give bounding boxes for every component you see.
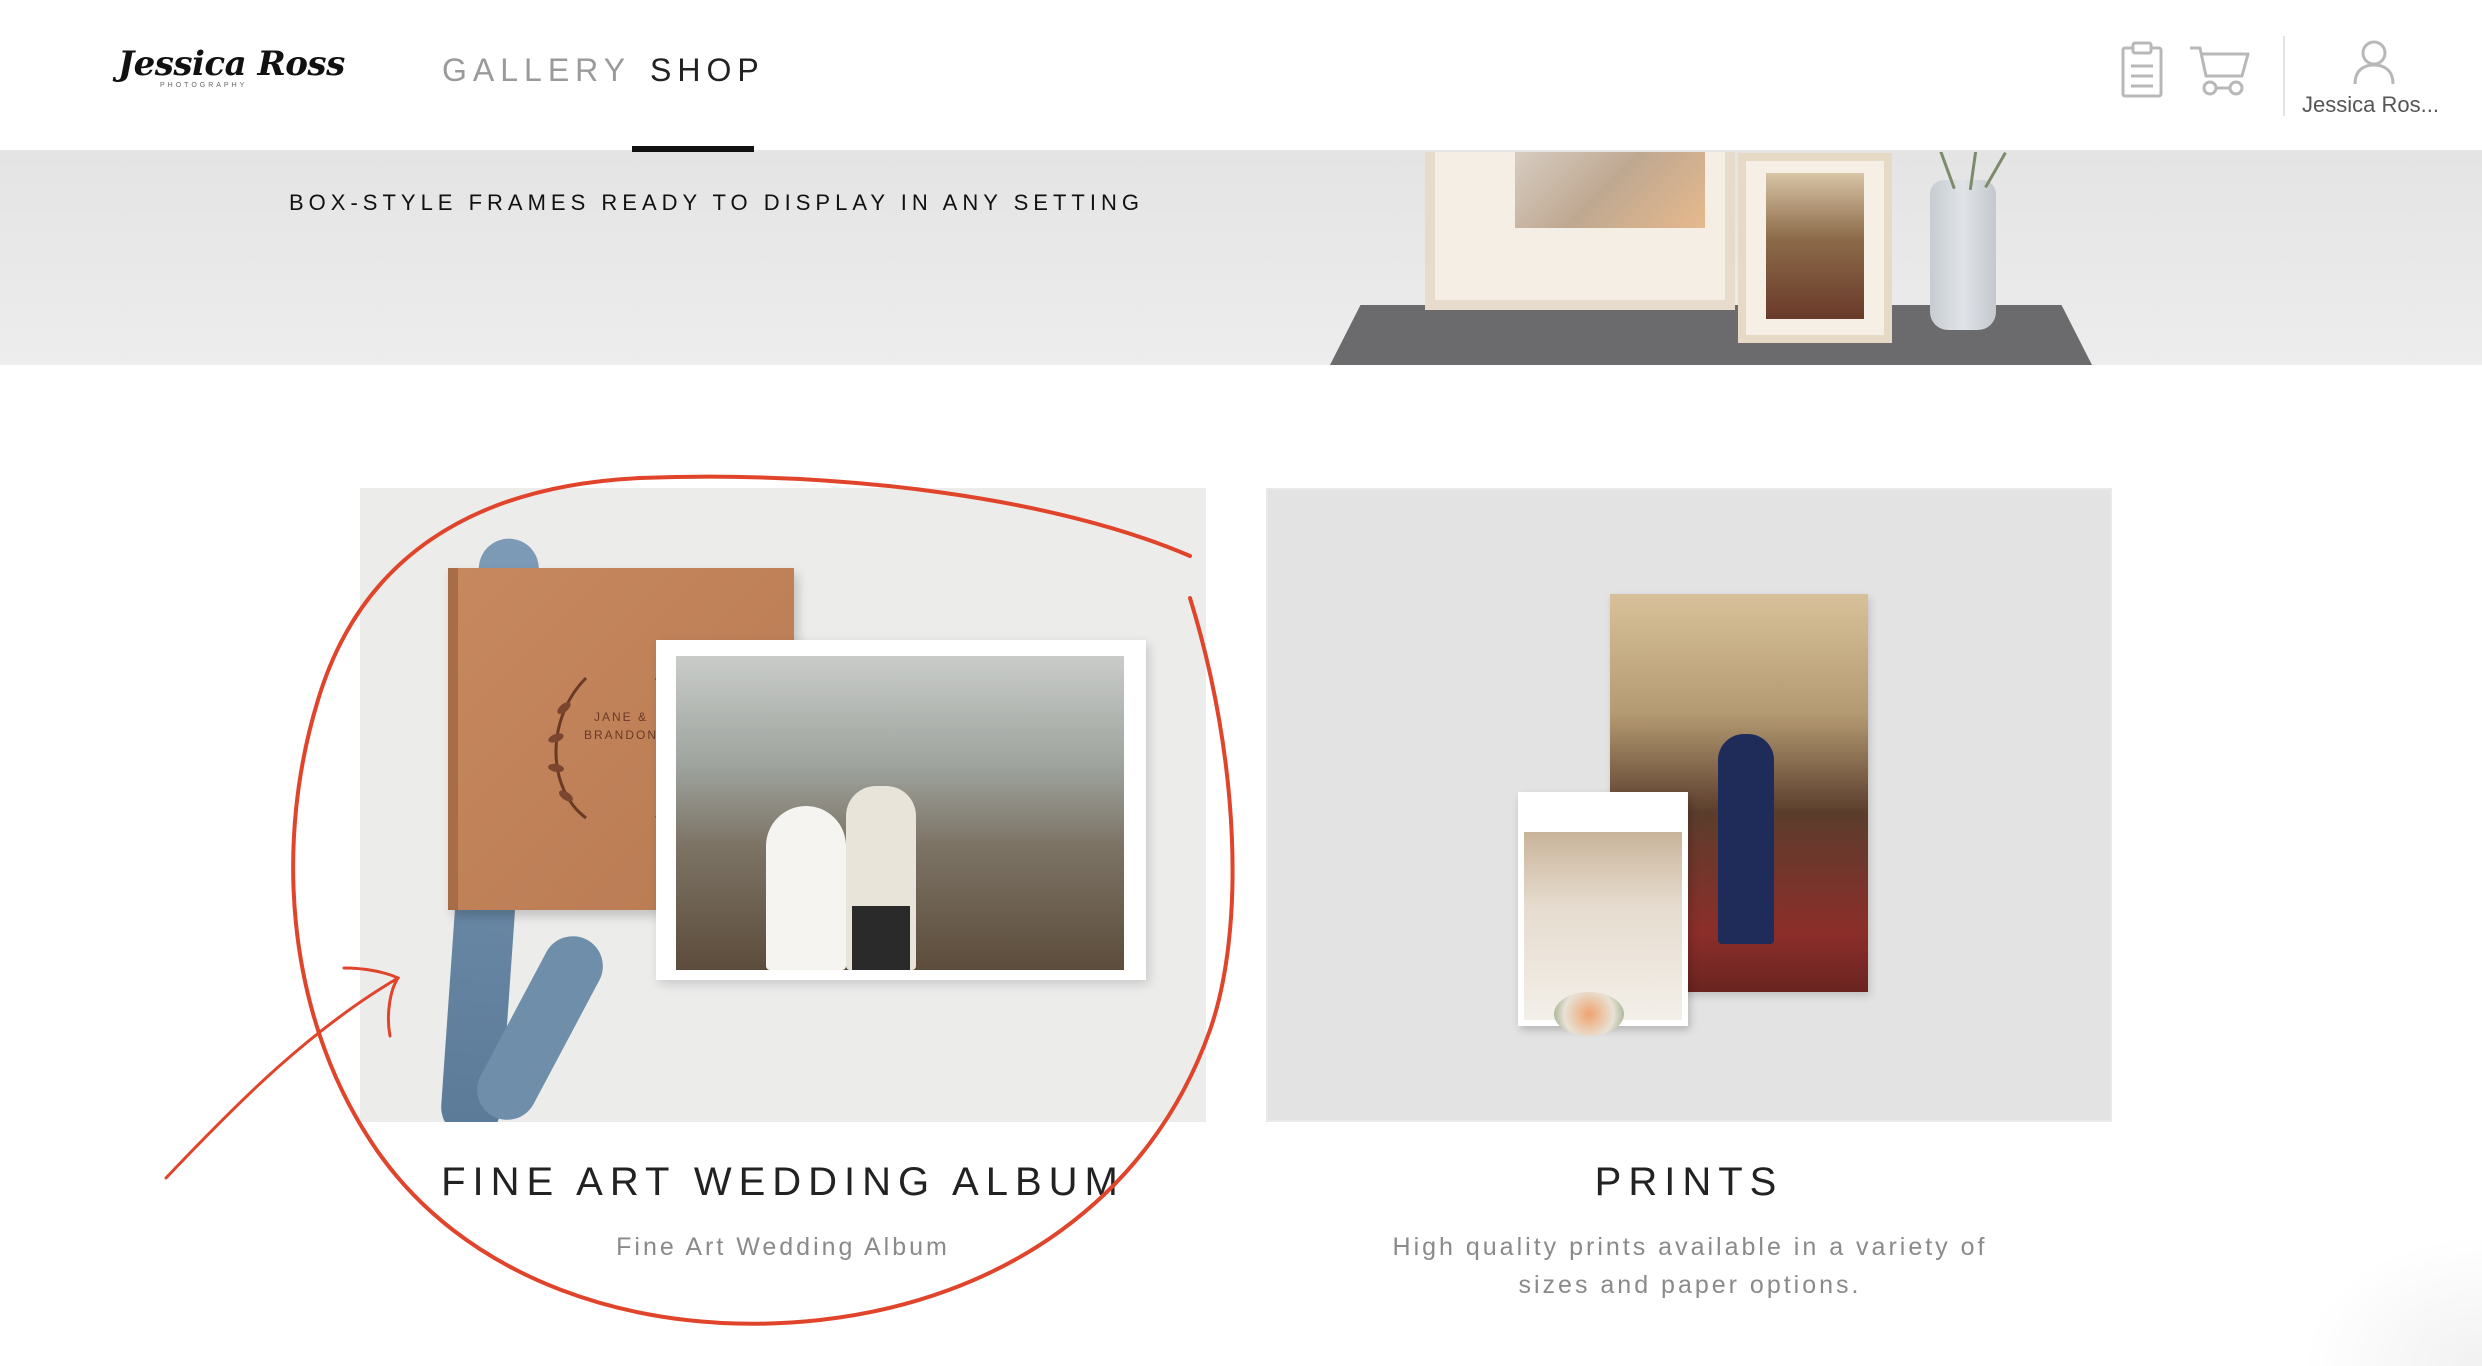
prints-product-description: High quality prints available in a varie…	[1392, 1233, 1988, 1299]
site-logo-subtext: PHOTOGRAPHY	[160, 82, 248, 89]
nav-shop[interactable]: SHOP	[650, 52, 765, 89]
account-name[interactable]: Jessica Ros...	[2302, 92, 2439, 118]
prints-product-title[interactable]: PRINTS	[1266, 1160, 2112, 1205]
corner-shadow	[2302, 1236, 2482, 1366]
banner-tagline: BOX-STYLE FRAMES READY TO DISPLAY IN ANY…	[289, 190, 1144, 215]
site-logo[interactable]: Jessica Ross	[118, 44, 345, 84]
album-product-title[interactable]: FINE ART WEDDING ALBUM	[360, 1160, 1206, 1205]
bride-portrait-print	[1518, 792, 1688, 1036]
user-icon[interactable]	[2352, 38, 2396, 86]
nav-active-indicator	[632, 146, 754, 152]
header-divider	[2283, 36, 2285, 116]
banner-vase-image	[1930, 180, 1996, 330]
nav-gallery[interactable]: GALLERY	[442, 52, 631, 89]
album-product-image[interactable]: JANE & BRANDON	[360, 488, 1206, 1122]
cart-icon[interactable]	[2188, 44, 2250, 98]
album-product-description: Fine Art Wedding Album	[616, 1233, 950, 1261]
site-header: Jessica Ross PHOTOGRAPHY GALLERY SHOP Je…	[0, 0, 2482, 152]
clipboard-icon[interactable]	[2120, 40, 2164, 98]
banner-large-frame-image	[1425, 150, 1735, 310]
banner-small-frame-image	[1738, 153, 1892, 343]
wedding-photo-print	[656, 640, 1146, 980]
promo-banner[interactable]: BOX-STYLE FRAMES READY TO DISPLAY IN ANY…	[0, 150, 2482, 365]
prints-product-image[interactable]	[1266, 488, 2112, 1122]
